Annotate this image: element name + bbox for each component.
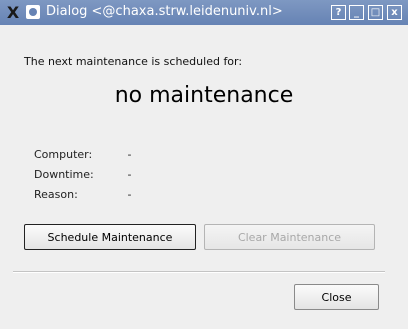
schedule-maintenance-button[interactable]: Schedule Maintenance bbox=[24, 224, 196, 250]
minimize-button[interactable]: _ bbox=[349, 5, 364, 20]
window-menu-button[interactable] bbox=[26, 5, 40, 19]
downtime-value: - bbox=[127, 168, 132, 181]
window-title: Dialog <@chaxa.strw.leidenuniv.nl> bbox=[46, 4, 283, 19]
maintenance-status: no maintenance bbox=[114, 83, 294, 108]
maximize-button[interactable]: □ bbox=[368, 5, 383, 20]
close-window-button[interactable]: x bbox=[387, 5, 402, 20]
x-logo-icon: X bbox=[6, 2, 20, 22]
title-bar[interactable]: X Dialog <@chaxa.strw.leidenuniv.nl> ? _… bbox=[0, 0, 408, 25]
reason-label: Reason: bbox=[34, 188, 78, 201]
dialog-body: The next maintenance is scheduled for: n… bbox=[3, 25, 405, 326]
help-button[interactable]: ? bbox=[331, 5, 346, 20]
reason-row: Reason: - bbox=[34, 188, 131, 201]
clear-maintenance-button[interactable]: Clear Maintenance bbox=[204, 224, 375, 250]
close-button[interactable]: Close bbox=[294, 284, 379, 310]
downtime-row: Downtime: - bbox=[34, 168, 131, 181]
schedule-label: The next maintenance is scheduled for: bbox=[24, 55, 243, 68]
downtime-label: Downtime: bbox=[34, 168, 94, 181]
reason-value: - bbox=[127, 188, 132, 201]
divider bbox=[13, 271, 385, 273]
circle-icon bbox=[29, 8, 37, 16]
computer-row: Computer: - bbox=[34, 148, 131, 161]
computer-label: Computer: bbox=[34, 148, 93, 161]
computer-value: - bbox=[127, 148, 132, 161]
